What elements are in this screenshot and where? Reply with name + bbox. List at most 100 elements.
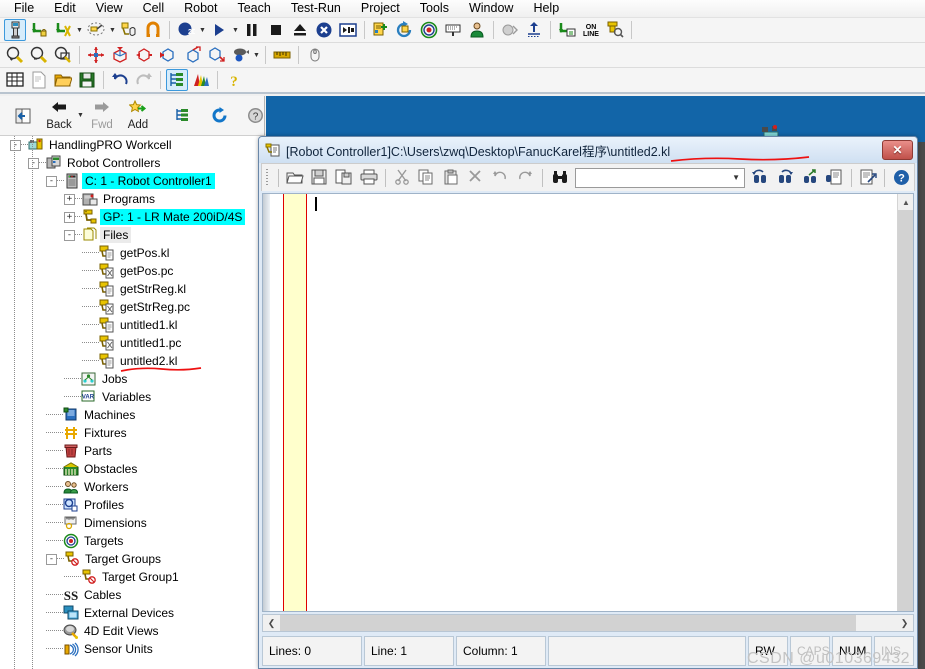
tree-node-getpos-kl[interactable]: getPos.kl — [0, 244, 264, 262]
tree-node-obstacles[interactable]: Obstacles — [0, 460, 264, 478]
undo-button[interactable] — [109, 69, 131, 91]
redo-button[interactable] — [515, 166, 538, 190]
tree-node-parts[interactable]: Parts — [0, 442, 264, 460]
magnet-button[interactable] — [142, 19, 164, 41]
paste-button[interactable] — [441, 166, 464, 190]
chevron-down-icon[interactable]: ▼ — [728, 173, 744, 182]
redo-button[interactable] — [133, 69, 155, 91]
tree-node-robot-controllers[interactable]: - Robot Controllers — [0, 154, 264, 172]
print-button[interactable] — [358, 166, 381, 190]
target-button[interactable] — [418, 19, 440, 41]
editor-close-button[interactable]: ✕ — [882, 140, 913, 160]
menu-edit[interactable]: Edit — [44, 0, 86, 17]
tree-node-jobs[interactable]: Jobs — [0, 370, 264, 388]
tree-node-gp1-lrmate[interactable]: + GP: 1 - LR Mate 200iD/4S — [0, 208, 264, 226]
move-box-out-button[interactable] — [181, 44, 203, 66]
karel-editor-window[interactable]: [Robot Controller1]C:\Users\zwq\Desktop\… — [258, 136, 918, 669]
open-button[interactable] — [284, 166, 307, 190]
dropdown-arrow-icon[interactable]: ▼ — [231, 19, 240, 41]
mouse-button[interactable] — [304, 44, 326, 66]
copy-button[interactable] — [416, 166, 439, 190]
tree-node-robot-controller1[interactable]: - C: 1 - Robot Controller1 — [0, 172, 264, 190]
expand-icon[interactable]: + — [64, 211, 75, 223]
collapse-icon[interactable]: - — [46, 175, 57, 187]
pause-button[interactable] — [241, 19, 263, 41]
menu-test-run[interactable]: Test-Run — [281, 0, 351, 17]
tree-node-external-devices[interactable]: External Devices — [0, 604, 264, 622]
label-button[interactable] — [442, 19, 464, 41]
zoom-in-button[interactable] — [4, 44, 26, 66]
robot-search-button[interactable] — [604, 19, 626, 41]
save-button[interactable] — [308, 166, 331, 190]
tree-node-untitled1-kl[interactable]: untitled1.kl — [0, 316, 264, 334]
tree-node-sensor-units[interactable]: Sensor Units — [0, 640, 264, 658]
cell-browser-tree[interactable]: - HandlingPRO Workcell - Robot Controllers -… — [0, 136, 265, 669]
find-in-files-button[interactable] — [798, 166, 821, 190]
pick-tool-button[interactable] — [85, 19, 107, 41]
tree-node-files[interactable]: - Files — [0, 226, 264, 244]
tree-node-targets[interactable]: Targets — [0, 532, 264, 550]
editor-vertical-scrollbar[interactable]: ▲ — [897, 194, 913, 611]
find-next-button[interactable] — [774, 166, 797, 190]
chart-button[interactable] — [190, 69, 212, 91]
tree-node-untitled1-pc[interactable]: untitled1.pc — [0, 334, 264, 352]
collapse-icon[interactable]: - — [46, 553, 57, 565]
move-box-left-button[interactable] — [133, 44, 155, 66]
menu-help[interactable]: Help — [523, 0, 569, 17]
menu-window[interactable]: Window — [459, 0, 523, 17]
dropdown-arrow-icon[interactable]: ▼ — [198, 19, 207, 41]
measure-button[interactable] — [271, 44, 293, 66]
scroll-up-icon[interactable]: ▲ — [898, 194, 913, 210]
menu-project[interactable]: Project — [351, 0, 410, 17]
tree-node-profiles[interactable]: Profiles — [0, 496, 264, 514]
find-input[interactable] — [576, 168, 729, 187]
jog-coord-button[interactable] — [52, 19, 74, 41]
zoom-out-button[interactable] — [28, 44, 50, 66]
cycle-button[interactable] — [394, 19, 416, 41]
cell-browser-button[interactable] — [166, 69, 188, 91]
menu-tools[interactable]: Tools — [410, 0, 459, 17]
worker-button[interactable] — [466, 19, 488, 41]
expand-icon[interactable]: + — [64, 193, 75, 205]
tree-node-target-group1[interactable]: Target Group1 — [0, 568, 264, 586]
new-doc-button[interactable] — [28, 69, 50, 91]
horizontal-scroll-track[interactable] — [856, 615, 896, 631]
tree-node-getstrreg-pc[interactable]: getStrReg.pc — [0, 298, 264, 316]
editor-help-button[interactable]: ? — [890, 166, 913, 190]
camera-button[interactable] — [229, 44, 251, 66]
forward-button[interactable]: Fwd — [85, 97, 119, 135]
help-button[interactable]: ? — [223, 69, 245, 91]
horizontal-scroll-thumb[interactable] — [280, 615, 856, 631]
undo-button[interactable] — [490, 166, 513, 190]
toolbar-grip[interactable] — [265, 168, 271, 187]
program-adjust-button[interactable] — [370, 19, 392, 41]
tree-node-handlingpro-workcell[interactable]: - HandlingPRO Workcell — [0, 136, 264, 154]
eject-button[interactable] — [289, 19, 311, 41]
find-combobox[interactable]: ▼ — [575, 167, 746, 188]
shadow-button[interactable] — [499, 19, 521, 41]
abort-button[interactable] — [313, 19, 335, 41]
online-button[interactable]: ON LINE — [580, 19, 602, 41]
add-button[interactable]: Add — [121, 97, 155, 135]
find-previous-button[interactable] — [749, 166, 772, 190]
open-folder-button[interactable] — [52, 69, 74, 91]
refresh-button[interactable] — [203, 97, 237, 135]
dropdown-arrow-icon[interactable]: ▼ — [252, 44, 261, 66]
go-to-button[interactable] — [857, 166, 880, 190]
cut-button[interactable] — [391, 166, 414, 190]
scroll-left-icon[interactable]: ❮ — [263, 615, 280, 631]
teach-data-button[interactable] — [556, 19, 578, 41]
editor-text-area[interactable]: ▲ — [262, 193, 914, 612]
delete-button[interactable] — [465, 166, 488, 190]
dropdown-arrow-icon[interactable]: ▼ — [75, 19, 84, 41]
teach-pendant-button[interactable] — [4, 19, 26, 41]
move-box-right-button[interactable] — [157, 44, 179, 66]
tree-view-button[interactable] — [167, 97, 201, 135]
center-move-button[interactable] — [85, 44, 107, 66]
tree-node-machines[interactable]: Machines — [0, 406, 264, 424]
upload-button[interactable] — [523, 19, 545, 41]
save-as-button[interactable] — [333, 166, 356, 190]
step-button[interactable] — [337, 19, 359, 41]
dropdown-arrow-icon[interactable]: ▼ — [108, 19, 117, 41]
move-up-button[interactable] — [109, 44, 131, 66]
